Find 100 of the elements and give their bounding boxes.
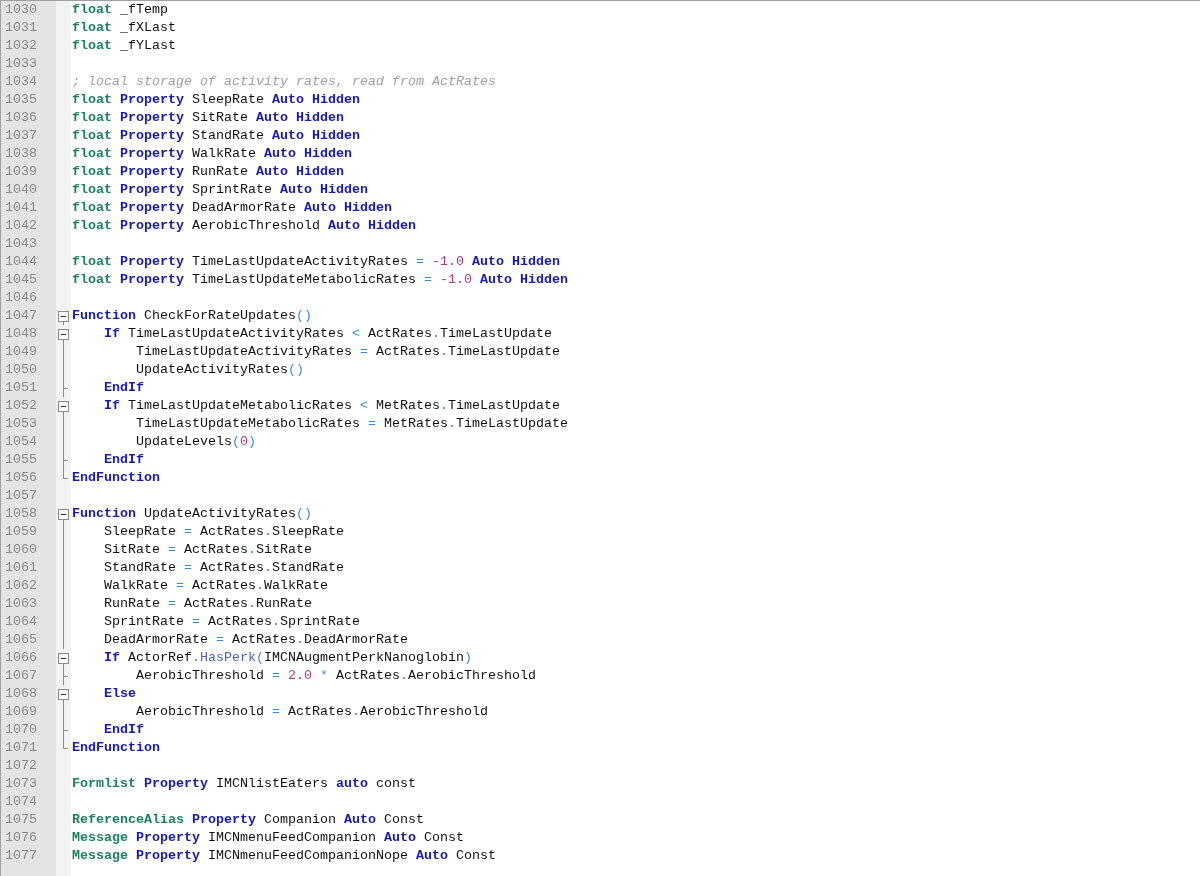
code-token: If [104, 398, 120, 413]
code-token: _fTemp [120, 2, 168, 17]
code-token: If [104, 326, 120, 341]
code-token: Property [120, 92, 184, 107]
line-number: 1045 [5, 271, 37, 289]
code-token: SprintRate [104, 614, 184, 629]
line-number: 1032 [5, 37, 37, 55]
code-token: () [287, 362, 304, 377]
code-token: IMCNmenuFeedCompanionNope [208, 848, 408, 863]
code-token: CheckForRateUpdates [144, 308, 296, 323]
code-token: = [359, 344, 368, 359]
code-token: auto [336, 776, 368, 791]
code-token: Hidden [312, 92, 360, 107]
code-token: Auto [264, 146, 296, 161]
code-token: . [447, 416, 456, 431]
code-token: ActorRef [128, 650, 192, 665]
code-token: -1.0 [431, 254, 464, 269]
code-token: = [184, 524, 192, 539]
code-token: ReferenceAlias [72, 812, 184, 827]
code-token: . [264, 560, 272, 575]
line-number: 1052 [5, 397, 37, 415]
code-token: Hidden [344, 200, 392, 215]
code-token: 0 [240, 434, 248, 449]
code-token: Auto [280, 182, 312, 197]
code-token: EndIf [104, 722, 144, 737]
code-token: . [248, 542, 256, 557]
line-number: 1064 [5, 613, 37, 631]
code-token: float [72, 182, 112, 197]
code-token: ( [232, 434, 240, 449]
code-token: Message [72, 830, 128, 845]
code-token: Property [120, 218, 184, 233]
line-number: 1036 [5, 109, 37, 127]
line-number: 1063 [5, 595, 37, 613]
line-number: 1039 [5, 163, 37, 181]
code-token: float [72, 38, 112, 53]
line-number: 1043 [5, 235, 37, 253]
line-number: 1077 [5, 847, 37, 865]
code-token: EndIf [104, 452, 144, 467]
code-token: float [72, 272, 112, 287]
code-token: StandRate [192, 128, 264, 143]
line-number: 1074 [5, 793, 37, 811]
code-token: = [168, 542, 176, 557]
code-token: float [72, 200, 112, 215]
code-token: TimeLastUpdate [439, 326, 552, 341]
code-token: TimeLastUpdateActivityRates [128, 326, 344, 341]
code-token: . [192, 650, 200, 665]
code-token: Property [120, 200, 184, 215]
code-token: Else [104, 686, 136, 701]
line-number: 1065 [5, 631, 37, 649]
code-token: = [184, 560, 192, 575]
code-token: ) [463, 650, 472, 665]
code-token: SitRate [104, 542, 160, 557]
code-token: RunRate [104, 596, 160, 611]
code-token: Hidden [511, 254, 560, 269]
code-token: = [168, 596, 176, 611]
line-number: 1060 [5, 541, 37, 559]
code-token: float [72, 128, 112, 143]
code-token: float [72, 20, 112, 35]
line-number: 1034 [5, 73, 37, 91]
code-token: IMCNAugmentPerkNanoglobin [264, 650, 464, 665]
code-token: Auto [343, 812, 376, 827]
line-number: 1031 [5, 19, 37, 37]
code-token: Auto [272, 92, 304, 107]
code-token: . [431, 326, 440, 341]
fold-end-line [63, 739, 69, 749]
code-token: . [400, 668, 408, 683]
code-token: ActRates [184, 542, 248, 557]
code-token: Hidden [312, 128, 360, 143]
code-token: * [320, 668, 328, 683]
line-number: 1071 [5, 739, 37, 757]
line-number: 1051 [5, 379, 37, 397]
code-token: Companion [264, 812, 336, 827]
code-token: UpdateActivityRates [136, 362, 288, 377]
code-token: float [72, 110, 112, 125]
code-token: Hidden [304, 146, 352, 161]
code-token: Function [72, 308, 136, 323]
code-token: EndIf [104, 380, 144, 395]
code-token: . [439, 344, 448, 359]
code-token: . [248, 596, 256, 611]
code-token: UpdateLevels [136, 434, 232, 449]
code-token: UpdateActivityRates [144, 506, 296, 521]
code-token: Property [120, 128, 184, 143]
code-token: < [351, 326, 360, 341]
code-token: Auto [272, 128, 304, 143]
code-token: . [352, 704, 360, 719]
code-token: Hidden [519, 272, 568, 287]
code-token: SleepRate [192, 92, 264, 107]
code-token: ActRates [200, 524, 264, 539]
code-token: ( [256, 650, 264, 665]
code-token: Const [383, 812, 424, 827]
code-token: = [192, 614, 200, 629]
code-token: TimeLastUpdateActivityRates [192, 254, 408, 269]
line-number: 1030 [5, 1, 37, 19]
line-number: 1068 [5, 685, 37, 703]
code-token: Function [72, 506, 136, 521]
line-number: 1061 [5, 559, 37, 577]
fold-end-line [63, 469, 69, 479]
code-token: Property [144, 776, 208, 791]
code-token: float [72, 164, 112, 179]
code-token: Formlist [72, 776, 136, 791]
